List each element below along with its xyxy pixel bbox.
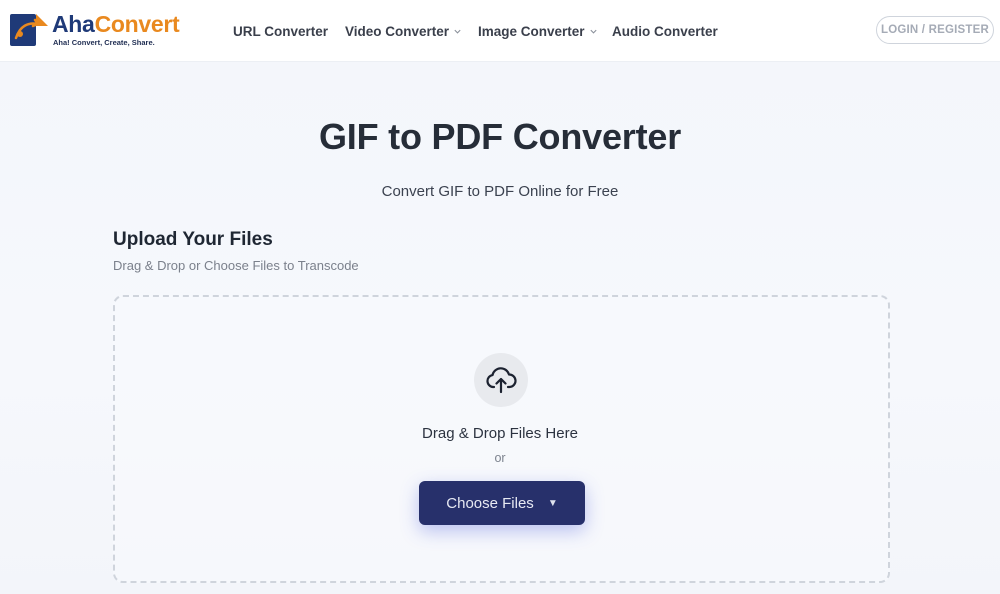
nav-item-label: Image Converter — [478, 23, 585, 39]
nav-url-converter[interactable]: URL Converter — [233, 0, 328, 62]
choose-files-button[interactable]: Choose Files ▼ — [419, 481, 585, 525]
site-header: AhaConvert Aha! Convert, Create, Share. … — [0, 0, 1000, 62]
or-separator: or — [494, 451, 506, 465]
nav-item-label: Video Converter — [345, 23, 450, 39]
upload-subheading: Drag & Drop or Choose Files to Transcode — [113, 258, 359, 273]
choose-files-label: Choose Files — [446, 494, 534, 512]
nav-item-label: URL Converter — [233, 23, 329, 39]
upload-heading: Upload Your Files — [113, 229, 273, 250]
ahaconvert-logo-icon — [10, 14, 48, 46]
nav-image-converter[interactable]: Image Converter — [478, 0, 598, 62]
nav-audio-converter[interactable]: Audio Converter — [612, 0, 718, 62]
page-subtitle: Convert GIF to PDF Online for Free — [381, 183, 619, 200]
upload-icon-circle[interactable] — [474, 353, 528, 407]
drop-files-text: Drag & Drop Files Here — [422, 425, 578, 442]
chevron-down-icon — [589, 29, 597, 34]
nav-item-label: Audio Converter — [612, 23, 718, 39]
brand-tagline: Aha! Convert, Create, Share. — [53, 38, 155, 47]
caret-down-icon: ▼ — [547, 497, 558, 509]
cloud-upload-icon — [486, 367, 517, 394]
page-title: GIF to PDF Converter — [318, 116, 682, 157]
nav-video-converter[interactable]: Video Converter — [345, 0, 462, 62]
chevron-down-icon — [454, 29, 461, 34]
login-register-button[interactable]: LOGIN / REGISTER — [876, 16, 994, 44]
brand-name: AhaConvert — [52, 11, 180, 37]
logo[interactable]: AhaConvert Aha! Convert, Create, Share. — [8, 10, 188, 50]
